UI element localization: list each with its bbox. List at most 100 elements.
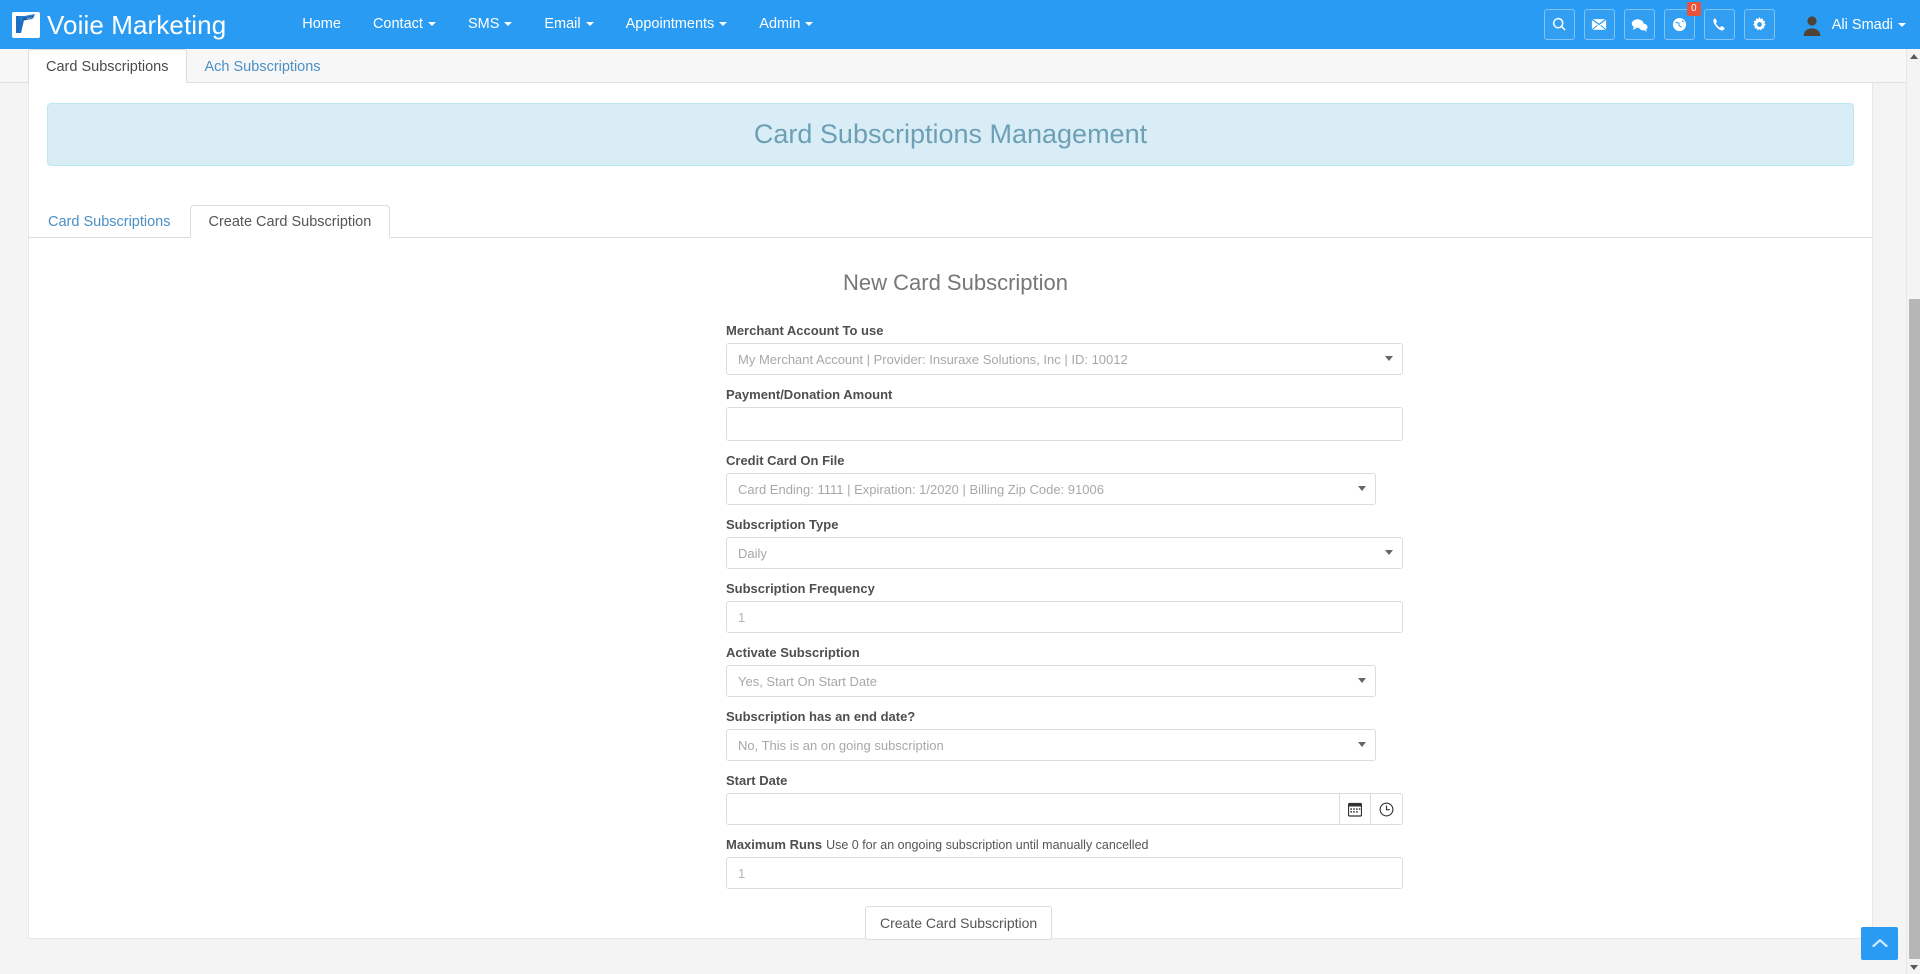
field-has-end-date-label: Subscription has an end date? xyxy=(726,709,916,724)
nav-item-admin-label: Admin xyxy=(759,16,801,32)
inner-tab-create-card-subscription-label: Create Card Subscription xyxy=(208,214,372,230)
user-avatar-icon xyxy=(1801,14,1823,36)
nav-item-admin[interactable]: Admin xyxy=(743,0,829,49)
nav-item-home[interactable]: Home xyxy=(286,0,357,49)
nav-item-sms-label: SMS xyxy=(467,16,500,32)
create-card-subscription-button[interactable]: Create Card Subscription xyxy=(865,906,1053,941)
calendar-icon xyxy=(1348,802,1362,817)
svg-text:VOIIE: VOIIE xyxy=(27,16,38,21)
clock-icon xyxy=(1379,802,1394,817)
primary-nav: Home Contact SMS Email Appointments Admi… xyxy=(286,0,829,49)
credit-card-on-file-select[interactable]: Card Ending: 1111 | Expiration: 1/2020 |… xyxy=(726,473,1376,505)
nav-item-contact-label: Contact xyxy=(372,16,423,32)
nav-item-contact[interactable]: Contact xyxy=(357,0,452,49)
field-subscription-type: Subscription Type Daily xyxy=(726,517,1406,569)
scrollbar-down-arrow-icon[interactable] xyxy=(1907,960,1920,974)
outer-tab-list: Card Subscriptions Ach Subscriptions xyxy=(0,49,1906,84)
mail-button[interactable] xyxy=(1583,9,1615,40)
field-start-date-label: Start Date xyxy=(726,773,788,788)
merchant-account-select-value: My Merchant Account | Provider: Insuraxe… xyxy=(726,343,1403,375)
field-maximum-runs-label: Maximum Runs Use 0 for an ongoing subscri… xyxy=(726,837,1406,852)
start-date-calendar-button[interactable] xyxy=(1339,793,1371,825)
tab-card-subscriptions-label: Card Subscriptions xyxy=(46,59,169,75)
voiie-logo-icon: VOIIE xyxy=(12,11,40,38)
field-subscription-type-label: Subscription Type xyxy=(726,517,839,532)
inner-tabbar: Card Subscriptions Create Card Subscript… xyxy=(29,204,1872,238)
chevron-down-icon xyxy=(805,22,814,27)
top-navbar: VOIIE Voiie Marketing Home Contact SMS E… xyxy=(0,0,1920,49)
scrollbar-up-arrow-icon[interactable] xyxy=(1907,49,1920,63)
nav-item-email-label: Email xyxy=(544,16,581,32)
field-maximum-runs-hint: Use 0 for an ongoing subscription until … xyxy=(826,838,1149,852)
activate-subscription-select-value: Yes, Start On Start Date xyxy=(726,665,1376,697)
tab-ach-subscriptions[interactable]: Ach Subscriptions xyxy=(187,49,339,83)
payment-amount-input[interactable] xyxy=(726,407,1403,441)
page-banner: Card Subscriptions Management xyxy=(47,103,1854,166)
scroll-to-top-button[interactable] xyxy=(1861,927,1898,960)
notifications-badge: 0 xyxy=(1686,2,1701,16)
notifications-icon xyxy=(1672,17,1687,32)
field-subscription-frequency-label: Subscription Frequency xyxy=(726,581,875,596)
content-panel: Card Subscriptions Management Card Subsc… xyxy=(28,83,1873,941)
comments-icon xyxy=(1631,18,1648,32)
field-credit-card-on-file-label: Credit Card On File xyxy=(726,453,845,468)
merchant-account-select[interactable]: My Merchant Account | Provider: Insuraxe… xyxy=(726,343,1403,375)
has-end-date-select-value: No, This is an on going subscription xyxy=(726,729,1376,761)
search-button[interactable] xyxy=(1543,9,1575,40)
page-scrollbar[interactable] xyxy=(1906,49,1920,974)
field-merchant-account: Merchant Account To use My Merchant Acco… xyxy=(726,323,1406,375)
chevron-down-icon xyxy=(504,22,513,27)
field-subscription-frequency: Subscription Frequency xyxy=(726,581,1406,633)
chevron-down-icon xyxy=(1898,22,1906,27)
nav-item-appointments[interactable]: Appointments xyxy=(610,0,744,49)
start-date-group xyxy=(726,793,1403,825)
nav-item-sms[interactable]: SMS xyxy=(452,0,528,49)
field-merchant-account-label: Merchant Account To use xyxy=(726,323,884,338)
inner-tab-card-subscriptions-label: Card Subscriptions xyxy=(48,214,171,230)
brand-name: Voiie Marketing xyxy=(47,9,227,40)
field-activate-subscription: Activate Subscription Yes, Start On Star… xyxy=(726,645,1406,697)
search-icon xyxy=(1552,17,1567,32)
chevron-down-icon xyxy=(427,22,436,27)
nav-item-email[interactable]: Email xyxy=(528,0,609,49)
field-activate-subscription-label: Activate Subscription xyxy=(726,645,860,660)
tab-ach-subscriptions-label: Ach Subscriptions xyxy=(204,59,321,75)
inner-tab-create-card-subscription[interactable]: Create Card Subscription xyxy=(189,205,391,238)
credit-card-on-file-select-value: Card Ending: 1111 | Expiration: 1/2020 |… xyxy=(726,473,1376,505)
inner-tab-card-subscriptions[interactable]: Card Subscriptions xyxy=(29,205,190,238)
has-end-date-select[interactable]: No, This is an on going subscription xyxy=(726,729,1376,761)
notifications-button[interactable]: 0 xyxy=(1663,2,1701,40)
field-maximum-runs: Maximum Runs Use 0 for an ongoing subscri… xyxy=(726,837,1406,889)
brand-logo-link[interactable]: VOIIE Voiie Marketing xyxy=(12,0,226,49)
subscription-frequency-input[interactable] xyxy=(726,601,1403,633)
gear-icon xyxy=(1752,17,1767,32)
field-maximum-runs-label-text: Maximum Runs xyxy=(726,837,823,852)
page-title: Card Subscriptions Management xyxy=(753,119,1148,149)
envelope-icon xyxy=(1591,18,1607,31)
chat-button[interactable] xyxy=(1623,9,1655,40)
user-name-label: Ali Smadi xyxy=(1831,16,1893,33)
phone-icon xyxy=(1712,17,1727,32)
tab-card-subscriptions[interactable]: Card Subscriptions xyxy=(28,49,187,84)
activate-subscription-select[interactable]: Yes, Start On Start Date xyxy=(726,665,1376,697)
form-actions: Create Card Subscription xyxy=(726,906,1406,941)
scrollbar-thumb[interactable] xyxy=(1909,299,1920,959)
start-date-time-button[interactable] xyxy=(1371,793,1403,825)
start-date-input[interactable] xyxy=(726,793,1339,825)
outer-tabbar: Card Subscriptions Ach Subscriptions xyxy=(0,49,1906,84)
phone-button[interactable] xyxy=(1703,9,1735,40)
settings-button[interactable] xyxy=(1743,9,1775,40)
chevron-up-icon xyxy=(1871,938,1888,949)
chevron-down-icon xyxy=(719,22,728,27)
field-payment-amount-label: Payment/Donation Amount xyxy=(726,387,893,402)
chevron-down-icon xyxy=(585,22,594,27)
subscription-type-select[interactable]: Daily xyxy=(726,537,1403,569)
maximum-runs-input[interactable] xyxy=(726,857,1403,889)
field-credit-card-on-file: Credit Card On File Card Ending: 1111 | … xyxy=(726,453,1406,505)
nav-item-appointments-label: Appointments xyxy=(625,16,715,32)
form-heading: New Card Subscription xyxy=(843,270,1068,295)
user-menu[interactable]: Ali Smadi xyxy=(1801,0,1906,49)
field-has-end-date: Subscription has an end date? No, This i… xyxy=(726,709,1406,761)
field-payment-amount: Payment/Donation Amount xyxy=(726,387,1406,441)
create-card-subscription-form: Merchant Account To use My Merchant Acco… xyxy=(726,296,1406,941)
